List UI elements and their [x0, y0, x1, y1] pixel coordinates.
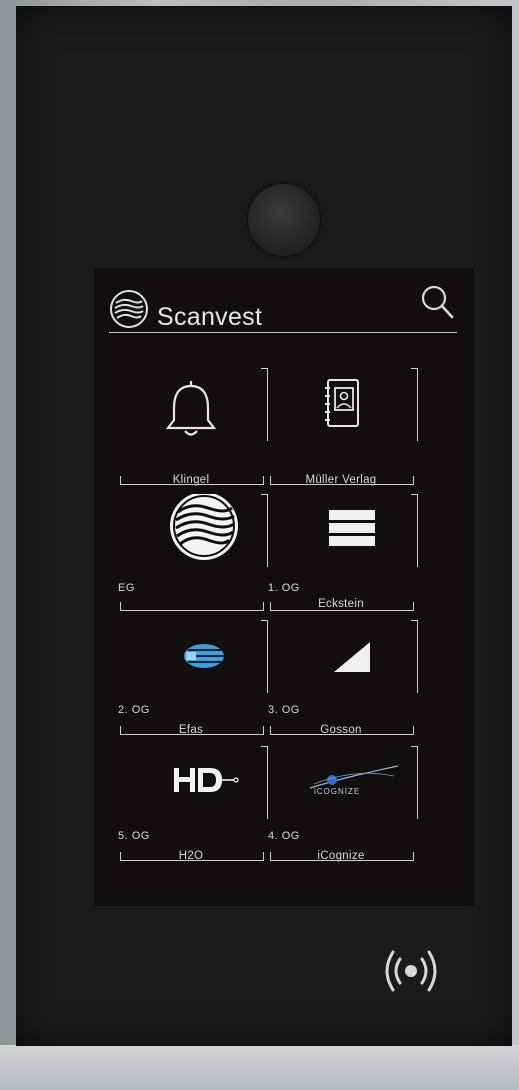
- nfc-reader-icon[interactable]: [376, 941, 446, 1001]
- tile-name: Gosson: [320, 724, 362, 736]
- tile-frame-bottom: [120, 602, 264, 611]
- tile-name: H2O: [178, 850, 204, 862]
- h2o-logo-icon: [174, 768, 239, 792]
- scanvest-logo-icon: [110, 290, 148, 328]
- tile-eckstein[interactable]: 1. OG Eckstein: [266, 494, 418, 616]
- tile-klingel[interactable]: Klingel: [116, 368, 268, 490]
- contact-book-icon: [325, 379, 359, 427]
- tile-floor: 4. OG: [268, 830, 300, 842]
- svg-text:iCOGNIZE: iCOGNIZE: [314, 787, 360, 796]
- tile-efas[interactable]: 2. OG Efas: [116, 620, 268, 742]
- tile-floor: 2. OG: [118, 704, 150, 716]
- tile-icognize[interactable]: iCOGNIZE 4. OG iCognize: [266, 746, 418, 868]
- screen-header: Scanvest: [109, 283, 457, 333]
- tile-frame-right: [411, 368, 418, 441]
- tile-frame-right: [411, 494, 418, 567]
- tile-floor: 3. OG: [268, 704, 300, 716]
- stacked-bars-logo-icon: [329, 510, 375, 546]
- tile-eg[interactable]: EG: [116, 494, 268, 616]
- tile-mueller-verlag[interactable]: Müller Verlag: [266, 368, 418, 490]
- touch-screen: Scanvest Klingel Müller Verlag EG 1. OG …: [94, 268, 474, 906]
- tile-frame-right: [411, 746, 418, 819]
- tile-floor: 1. OG: [268, 582, 300, 594]
- tile-name: Müller Verlag: [305, 474, 377, 486]
- search-icon[interactable]: [419, 283, 457, 323]
- wall-surface: [0, 1045, 519, 1090]
- tile-name: iCognize: [317, 850, 365, 862]
- gosson-triangle-logo-icon: [334, 642, 370, 672]
- tile-name: Efas: [178, 724, 204, 736]
- scanvest-logo-icon: [170, 494, 238, 560]
- brand-name: Scanvest: [157, 303, 263, 331]
- tile-name: Eckstein: [318, 598, 364, 610]
- intercom-panel: Scanvest Klingel Müller Verlag EG 1. OG …: [16, 6, 512, 1046]
- tile-frame-right: [411, 620, 418, 693]
- icognize-logo-icon: iCOGNIZE: [309, 765, 399, 796]
- camera-lens: [248, 184, 320, 256]
- tile-name: Klingel: [172, 474, 210, 486]
- tile-floor: EG: [118, 582, 135, 594]
- header-divider: [109, 332, 457, 333]
- bell-icon: [165, 381, 217, 436]
- tile-h2o[interactable]: 5. OG H2O: [116, 746, 268, 868]
- efas-logo-icon: [184, 644, 224, 668]
- tile-floor: 5. OG: [118, 830, 150, 842]
- tile-gosson[interactable]: 3. OG Gosson: [266, 620, 418, 742]
